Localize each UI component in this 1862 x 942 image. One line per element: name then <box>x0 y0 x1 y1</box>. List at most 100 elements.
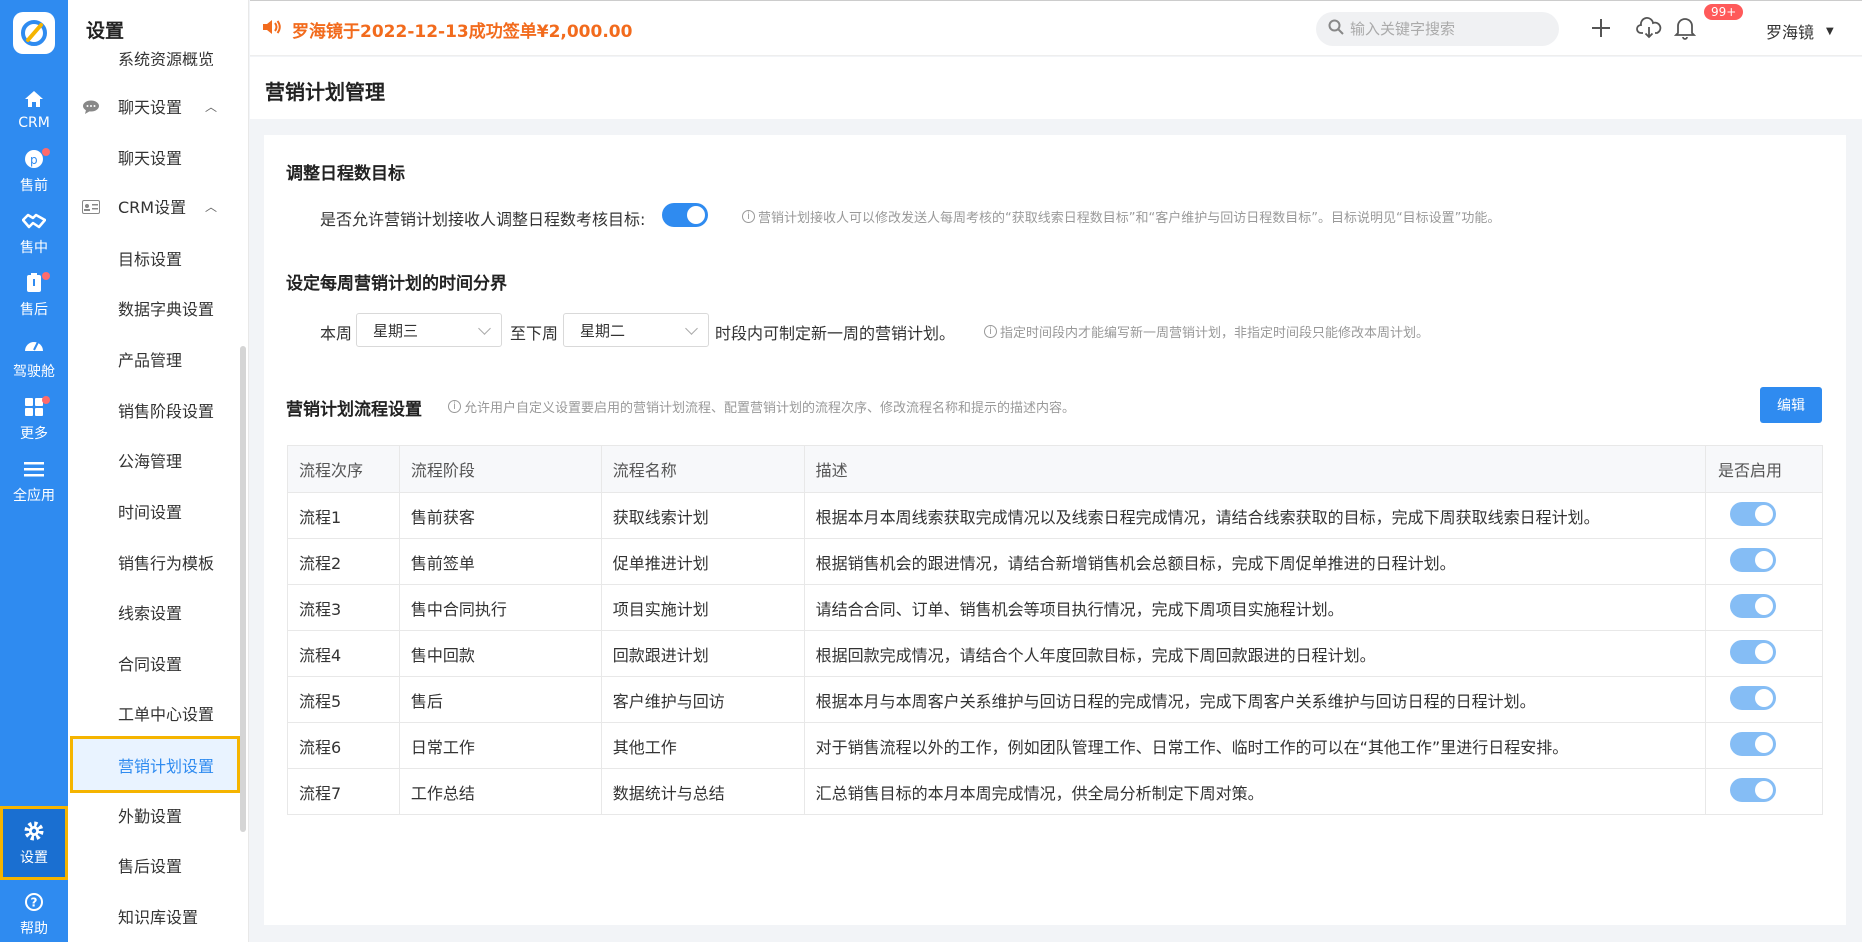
flow-enabled-toggle[interactable] <box>1705 676 1823 723</box>
flow-order: 流程4 <box>287 630 400 677</box>
notification-dot <box>42 148 50 156</box>
sidebar-item-partial[interactable]: 系统资源概览 <box>68 38 248 66</box>
chat-icon <box>82 99 100 114</box>
flow-stage: 工作总结 <box>398 768 602 815</box>
sidebar-item-dictionary[interactable]: 数据字典设置 <box>68 288 248 328</box>
column-header: 描述 <box>803 445 1707 493</box>
home-icon <box>22 87 46 111</box>
section-title-adjust-target: 调整日程数目标 <box>286 164 405 184</box>
announcement[interactable]: 罗海镜于2022-12-13成功签单¥2,000.00 <box>262 17 632 42</box>
sidebar-item-time[interactable]: 时间设置 <box>68 491 248 531</box>
table-row: 流程1 售前获客 获取线索计划 根据本月本周线索获取完成情况以及线索日程完成情况… <box>287 492 1823 539</box>
flow-order: 流程5 <box>287 676 400 723</box>
cloud-download-icon <box>1636 17 1662 39</box>
rail-item-all-apps[interactable]: 全应用 <box>0 450 68 512</box>
allow-adjust-toggle[interactable] <box>662 203 708 231</box>
dashboard-icon <box>22 333 46 357</box>
search-input[interactable] <box>1350 20 1540 38</box>
svg-text:p: p <box>30 153 38 167</box>
flow-stage: 日常工作 <box>398 722 602 769</box>
rail-item-more[interactable]: 更多 <box>0 388 68 450</box>
sidebar-item-contract[interactable]: 合同设置 <box>68 643 248 683</box>
sidebar-item-chat[interactable]: 聊天设置 <box>68 137 248 177</box>
sidebar-item-lead[interactable]: 线索设置 <box>68 592 248 632</box>
search-box[interactable] <box>1316 12 1559 46</box>
sidebar-group-crm[interactable]: CRM设置 ︿ <box>68 186 248 226</box>
sidebar-item-knowledge[interactable]: 知识库设置 <box>68 896 248 936</box>
flow-order: 流程7 <box>287 768 400 815</box>
add-button[interactable] <box>1586 13 1616 43</box>
flow-enabled-toggle[interactable] <box>1705 492 1823 539</box>
time-boundary-suffix: 时段内可制定新一周的营销计划。 <box>715 324 956 343</box>
flow-enabled-toggle[interactable] <box>1705 538 1823 585</box>
rail-item-cockpit[interactable]: 驾驶舱 <box>0 326 68 388</box>
column-header: 流程阶段 <box>398 445 602 493</box>
flow-table: 流程次序 流程阶段 流程名称 描述 是否启用 流程1 售前获客 获取线索计划 根… <box>287 445 1823 815</box>
flow-enabled-toggle[interactable] <box>1705 722 1823 769</box>
time-boundary-hint: i 指定时间段内才能编写新一周营销计划，非指定时间段只能修改本周计划。 <box>984 322 1429 341</box>
table-row: 流程2 售前签单 促单推进计划 根据销售机会的跟进情况，请结合新增销售机会总额目… <box>287 538 1823 585</box>
rail-item-settings[interactable]: 设置 <box>0 806 68 880</box>
flow-desc: 根据销售机会的跟进情况，请结合新增销售机会总额目标，完成下周促单推进的日程计划。 <box>803 538 1707 585</box>
sidebar-scrollbar[interactable] <box>240 346 246 832</box>
flow-enabled-toggle[interactable] <box>1705 584 1823 631</box>
flow-hint: i 允许用户自定义设置要启用的营销计划流程、配置营销计划的流程次序、修改流程名称和… <box>448 397 1075 416</box>
notification-dot <box>42 396 50 404</box>
rail-item-help[interactable]: ? 帮助 <box>0 886 68 942</box>
flow-name: 数据统计与总结 <box>600 768 805 815</box>
download-button[interactable] <box>1634 13 1664 43</box>
sidebar-item-public-pool[interactable]: 公海管理 <box>68 440 248 480</box>
table-row: 流程6 日常工作 其他工作 对于销售流程以外的工作，例如团队管理工作、日常工作、… <box>287 722 1823 769</box>
flow-order: 流程1 <box>287 492 400 539</box>
sidebar-item-aftersale[interactable]: 售后设置 <box>68 845 248 885</box>
sidebar-item-field[interactable]: 外勤设置 <box>68 795 248 835</box>
info-icon: i <box>984 325 997 338</box>
table-row: 流程7 工作总结 数据统计与总结 汇总销售目标的本月本周完成情况，供全局分析制定… <box>287 768 1823 815</box>
this-week-select[interactable]: 星期三 <box>356 313 502 347</box>
rail-item-presale[interactable]: p 售前 <box>0 140 68 202</box>
flow-desc: 汇总销售目标的本月本周完成情况，供全局分析制定下周对策。 <box>803 768 1707 815</box>
chevron-up-icon: ︿ <box>205 199 218 214</box>
flow-name: 客户维护与回访 <box>600 676 805 723</box>
notification-button[interactable] <box>1670 13 1700 43</box>
sidebar-item-behavior-template[interactable]: 销售行为模板 <box>68 542 248 582</box>
this-week-label: 本周 <box>320 324 353 343</box>
user-menu[interactable]: 罗海镜 ▼ <box>1766 19 1834 43</box>
flow-desc: 根据回款完成情况，请结合个人年度回款目标，完成下周回款跟进的日程计划。 <box>803 630 1707 677</box>
flow-name: 获取线索计划 <box>600 492 805 539</box>
svg-text:?: ? <box>31 896 38 910</box>
app-logo[interactable] <box>13 12 55 54</box>
flow-stage: 售后 <box>398 676 602 723</box>
flow-name: 促单推进计划 <box>600 538 805 585</box>
flow-enabled-toggle[interactable] <box>1705 768 1823 815</box>
rail-item-aftersale[interactable]: 售后 <box>0 264 68 326</box>
flow-desc: 根据本月与本周客户关系维护与回访日程的完成情况，完成下周客户关系维护与回访日程的… <box>803 676 1707 723</box>
sidebar-item-product[interactable]: 产品管理 <box>68 339 248 379</box>
id-card-icon <box>82 199 100 214</box>
column-header: 流程名称 <box>600 445 805 493</box>
table-header-row: 流程次序 流程阶段 流程名称 描述 是否启用 <box>287 445 1823 493</box>
sidebar-item-ticket[interactable]: 工单中心设置 <box>68 693 248 733</box>
flow-name: 其他工作 <box>600 722 805 769</box>
next-week-select[interactable]: 星期二 <box>563 313 709 347</box>
rail-item-crm[interactable]: CRM <box>0 78 68 140</box>
page-header <box>250 57 1862 119</box>
page-title: 营销计划管理 <box>265 80 385 104</box>
handshake-icon <box>22 209 46 233</box>
rail-item-insale[interactable]: 售中 <box>0 202 68 264</box>
user-name: 罗海镜 <box>1766 23 1815 42</box>
sidebar-item-target[interactable]: 目标设置 <box>68 238 248 278</box>
notification-badge: 99+ <box>1704 4 1744 20</box>
edit-button[interactable]: 编辑 <box>1760 387 1822 423</box>
flow-desc: 根据本月本周线索获取完成情况以及线索日程完成情况，请结合线索获取的目标，完成下周… <box>803 492 1707 539</box>
top-bar: 罗海镜于2022-12-13成功签单¥2,000.00 99+ 罗海镜 ▼ <box>250 0 1862 56</box>
sidebar-item-marketing-plan[interactable]: 营销计划设置 <box>70 736 240 793</box>
table-row: 流程4 售中回款 回款跟进计划 根据回款完成情况，请结合个人年度回款目标，完成下… <box>287 630 1823 677</box>
flow-enabled-toggle[interactable] <box>1705 630 1823 677</box>
section-title-time-boundary: 设定每周营销计划的时间分界 <box>286 274 507 294</box>
logo-icon <box>21 20 47 46</box>
flow-stage: 售前签单 <box>398 538 602 585</box>
sidebar-item-sales-stage[interactable]: 销售阶段设置 <box>68 390 248 430</box>
sidebar-group-chat[interactable]: 聊天设置 ︿ <box>68 86 248 126</box>
notification-dot <box>42 272 50 280</box>
